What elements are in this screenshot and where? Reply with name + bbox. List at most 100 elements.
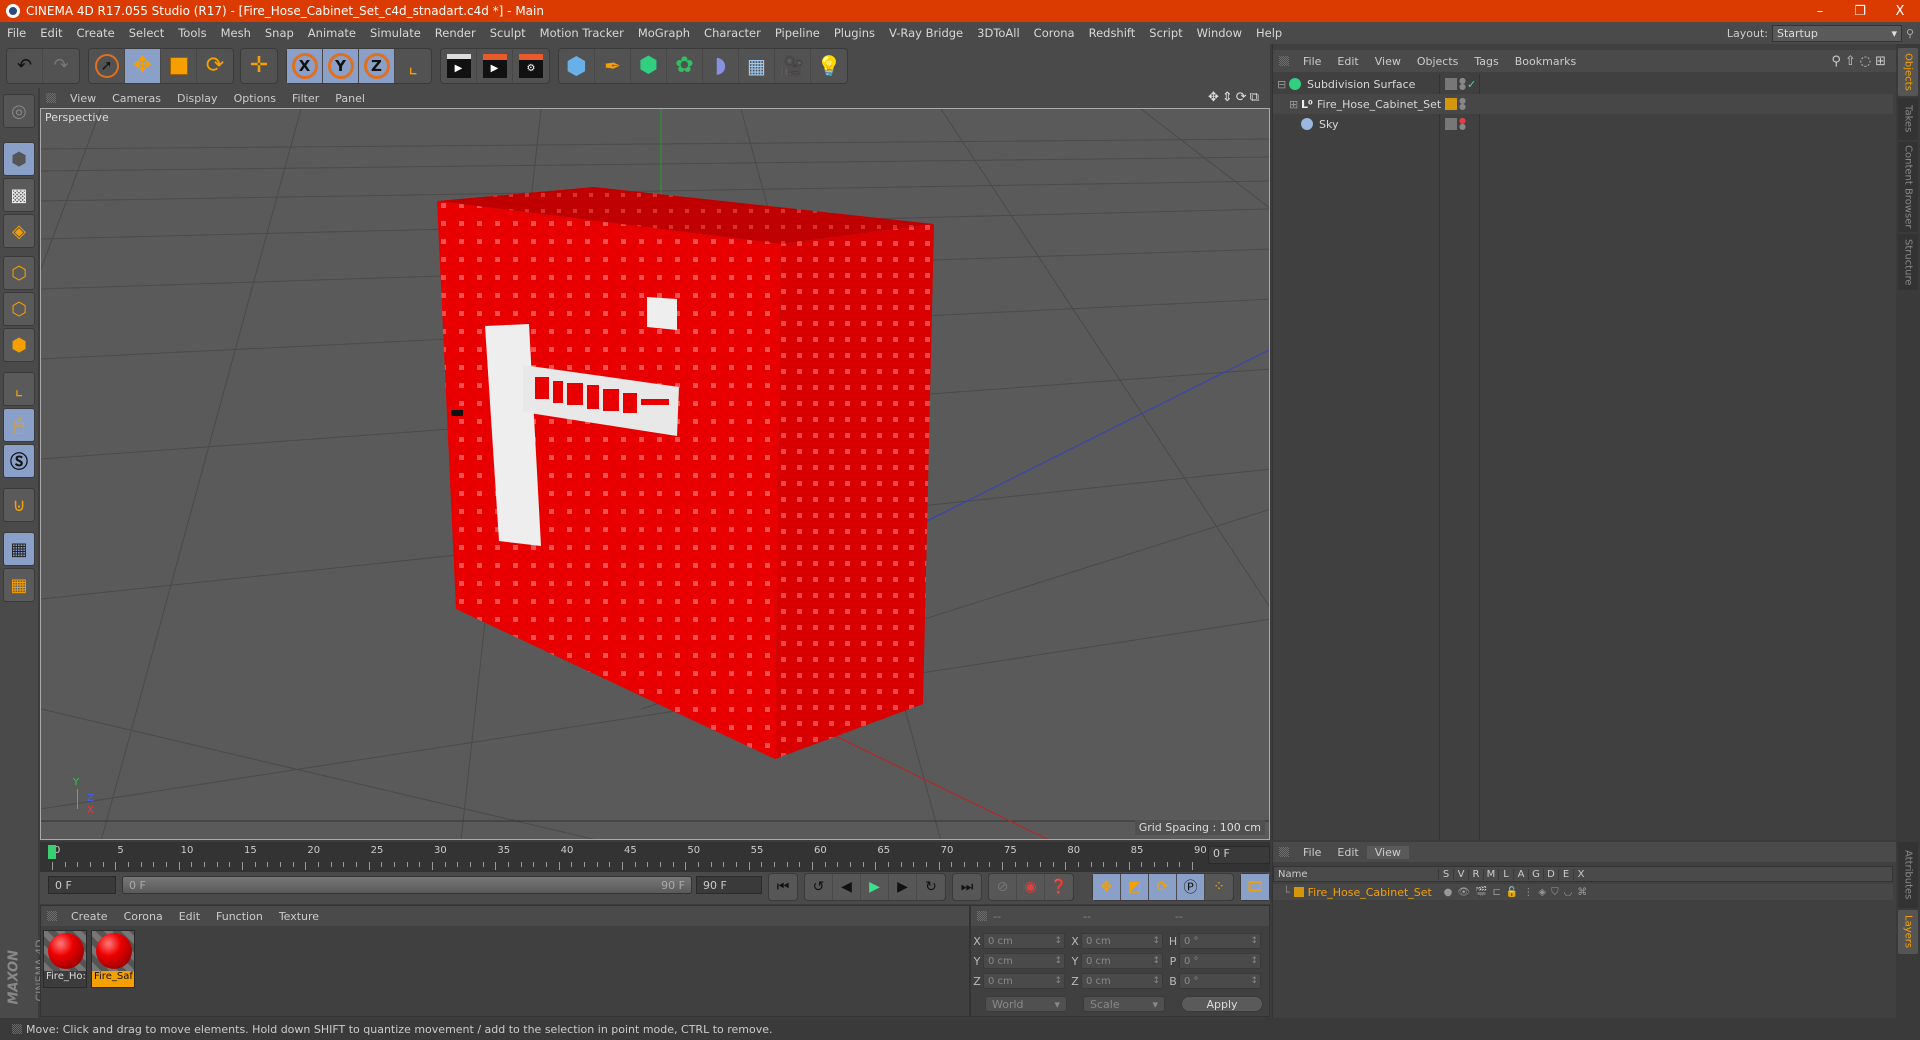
layer-menu-edit[interactable]: Edit (1329, 846, 1366, 859)
eye-icon[interactable]: ◌ (1860, 54, 1875, 69)
orbit-icon[interactable]: ⟳ (1236, 90, 1250, 105)
world-dropdown[interactable]: World ▾ (985, 996, 1067, 1012)
render-icon[interactable]: 🎬 (1475, 887, 1492, 898)
layer-menu-view[interactable]: View (1366, 845, 1409, 859)
select-tool-button[interactable]: ➚ (89, 49, 125, 83)
playhead[interactable] (48, 845, 56, 859)
snap-button[interactable]: ⊍ (3, 488, 35, 522)
column-xrefs[interactable]: X (1573, 868, 1588, 880)
start-frame-field[interactable]: 0 F (48, 876, 116, 894)
goto-end-button[interactable]: ⏭ (953, 874, 981, 900)
points-mode-button[interactable]: ⬡ (3, 256, 35, 290)
collapse-icon[interactable]: ⊟ (1277, 78, 1289, 91)
solo-dot-icon[interactable]: ● (1444, 887, 1458, 898)
cube-button[interactable]: ⬢ (559, 49, 595, 83)
menu-corona[interactable]: Corona (1027, 26, 1082, 40)
menu-motion-tracker[interactable]: Motion Tracker (533, 26, 631, 40)
material-menu-edit[interactable]: Edit (171, 910, 208, 923)
visibility-dots[interactable]: ● ● (1459, 97, 1466, 111)
search-icon[interactable]: ⚲ (1906, 27, 1920, 40)
viewport-menu-panel[interactable]: Panel (327, 92, 373, 105)
material-menu-texture[interactable]: Texture (271, 910, 327, 923)
visibility-dots[interactable]: ● ● (1459, 117, 1466, 131)
goto-start-button[interactable]: ⏮ (769, 874, 797, 900)
tab-content-browser[interactable]: Content Browser (1898, 142, 1918, 232)
render-settings-button[interactable]: ⚙ (513, 49, 549, 83)
menu-edit[interactable]: Edit (33, 26, 69, 40)
enabled-check-icon[interactable]: ✓ (1467, 78, 1476, 91)
object-name[interactable]: Sky (1319, 118, 1338, 131)
tab-objects[interactable]: Objects (1898, 48, 1918, 96)
column-deformers[interactable]: D (1543, 868, 1558, 880)
column-animation[interactable]: A (1513, 868, 1528, 880)
workplane-mode-button[interactable]: ◈ (3, 214, 35, 248)
rotate-tool-button[interactable]: ⟳ (197, 49, 233, 83)
play-button[interactable]: ▶ (861, 874, 889, 900)
size-z-field[interactable]: 0 cm (1081, 973, 1163, 989)
xref-icon[interactable]: ⌘ (1577, 887, 1592, 898)
coordinate-system-button[interactable]: ⌞ (395, 49, 431, 83)
autokey-button[interactable]: ◉ (1017, 874, 1045, 900)
object-name[interactable]: Fire_Hose_Cabinet_Set (1317, 98, 1441, 111)
object-row[interactable]: ⊟ Subdivision Surface ● ● ✓ (1273, 74, 1893, 94)
size-y-field[interactable]: 0 cm (1081, 953, 1163, 969)
key-pla-button[interactable]: ⁘ (1205, 874, 1233, 900)
menu-simulate[interactable]: Simulate (363, 26, 428, 40)
layer-color-icon[interactable] (1445, 98, 1457, 110)
menu-tools[interactable]: Tools (171, 26, 213, 40)
timeline-ruler[interactable]: 0 5 10 15 20 25 30 35 40 45 50 55 60 65 70 75 80 85 90 0 F (40, 842, 1270, 872)
texture-mode-button[interactable]: ▩ (3, 178, 35, 212)
viewport-menu-filter[interactable]: Filter (284, 92, 327, 105)
obj-menu-file[interactable]: File (1295, 55, 1329, 68)
viewport-menu-display[interactable]: Display (169, 92, 226, 105)
dolly-icon[interactable]: ⇕ (1222, 90, 1236, 105)
pos-y-field[interactable]: 0 cm (983, 953, 1065, 969)
key-scale-button[interactable]: ◩ (1121, 874, 1149, 900)
move-tool-button[interactable]: ✥ (125, 49, 161, 83)
cloner-button[interactable]: ✿ (667, 49, 703, 83)
polygons-mode-button[interactable]: ⬢ (3, 328, 35, 362)
key-rotation-button[interactable]: ⟳ (1149, 874, 1177, 900)
size-x-field[interactable]: 0 cm (1081, 933, 1163, 949)
menu-character[interactable]: Character (697, 26, 768, 40)
light-button[interactable]: 💡 (811, 49, 847, 83)
material-swatch[interactable]: Fire_Ho: (43, 930, 87, 988)
tab-takes[interactable]: Takes (1898, 98, 1918, 140)
tab-layers[interactable]: Layers (1898, 910, 1918, 954)
key-position-button[interactable]: ✥ (1093, 874, 1121, 900)
menu-redshift[interactable]: Redshift (1082, 26, 1143, 40)
timeline-button[interactable]: 🎞 (1241, 874, 1269, 900)
viewport-menu-options[interactable]: Options (226, 92, 284, 105)
pen-button[interactable]: ✒ (595, 49, 631, 83)
column-view[interactable]: V (1453, 868, 1468, 880)
restore-button[interactable]: ❐ (1840, 0, 1880, 22)
planar-workplane-button[interactable]: ▦ (3, 568, 35, 602)
undo-button[interactable]: ↶ (7, 49, 43, 83)
close-button[interactable]: X (1880, 0, 1920, 22)
layer-color-swatch[interactable] (1293, 887, 1304, 897)
layer-menu-file[interactable]: File (1295, 846, 1329, 859)
solo-button[interactable]: Ⓢ (3, 444, 35, 478)
pos-x-field[interactable]: 0 cm (983, 933, 1065, 949)
object-row[interactable]: Sky ● ● (1273, 114, 1893, 134)
eye-icon[interactable]: 👁 (1457, 887, 1475, 898)
apply-button[interactable]: Apply (1181, 996, 1263, 1012)
pan-icon[interactable]: ✥ (1208, 90, 1222, 105)
menu-animate[interactable]: Animate (301, 26, 363, 40)
layer-row[interactable]: └ Fire_Hose_Cabinet_Set ●👁🎬⊏🔓⋮◈⛉◡⌘ (1273, 884, 1893, 900)
column-render[interactable]: R (1468, 868, 1483, 880)
scale-tool-button[interactable] (161, 49, 197, 83)
axis-mode-button[interactable]: ⌞ (3, 372, 35, 406)
menu-plugins[interactable]: Plugins (827, 26, 882, 40)
current-frame-field[interactable]: 0 F (1208, 846, 1270, 864)
next-frame-button[interactable]: ▶ (889, 874, 917, 900)
scale-dropdown[interactable]: Scale ▾ (1083, 996, 1165, 1012)
tweak-mode-button[interactable]: 🖱 (3, 408, 35, 442)
rot-p-field[interactable]: 0 ° (1179, 953, 1261, 969)
viewport-menu-cameras[interactable]: Cameras (104, 92, 169, 105)
pos-z-field[interactable]: 0 cm (983, 973, 1065, 989)
menu-window[interactable]: Window (1190, 26, 1249, 40)
camera-button[interactable]: 🎥 (775, 49, 811, 83)
z-axis-button[interactable]: Z (359, 49, 395, 83)
generator-icon[interactable]: ◈ (1538, 887, 1551, 898)
